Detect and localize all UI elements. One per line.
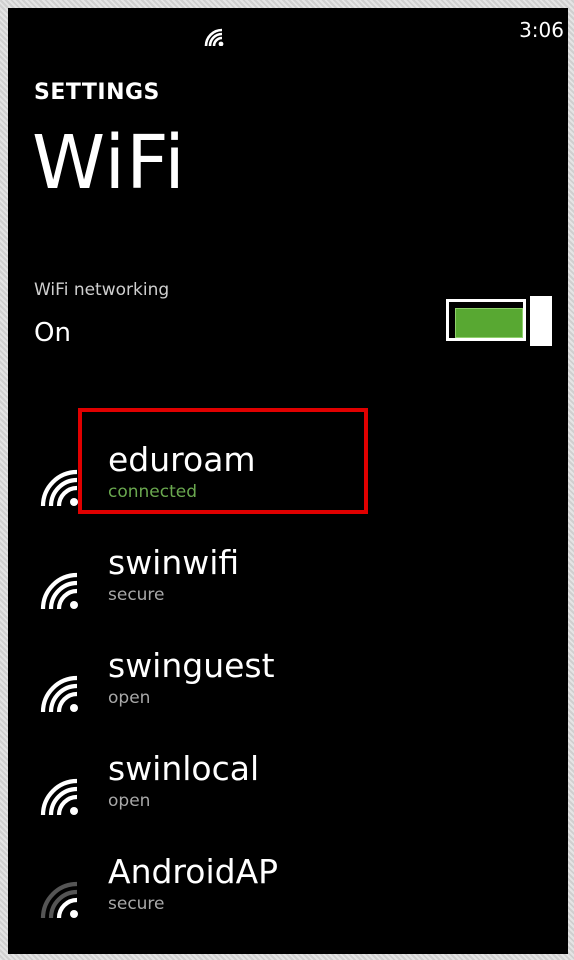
wifi-signal-icon bbox=[40, 572, 78, 609]
network-status: open bbox=[108, 688, 151, 708]
toggle-track bbox=[446, 299, 526, 341]
network-item-eduroam[interactable]: eduroam connected bbox=[8, 438, 548, 528]
network-item-androidap[interactable]: AndroidAP secure bbox=[8, 850, 548, 940]
network-item-swinwifi[interactable]: swinwifi secure bbox=[8, 541, 548, 631]
wifi-signal-icon bbox=[204, 28, 224, 46]
wifi-networking-label: WiFi networking bbox=[34, 280, 170, 300]
status-time: 3:06 bbox=[519, 18, 564, 42]
network-name: swinlocal bbox=[108, 749, 260, 788]
wifi-networking-state: On bbox=[34, 318, 71, 348]
network-status: open bbox=[108, 791, 151, 811]
wifi-signal-weak-icon bbox=[40, 881, 78, 918]
network-name: AndroidAP bbox=[108, 852, 279, 891]
section-label: SETTINGS bbox=[34, 80, 160, 105]
wifi-signal-icon bbox=[40, 778, 78, 815]
toggle-thumb[interactable] bbox=[530, 296, 552, 346]
network-name: swinguest bbox=[108, 646, 275, 685]
network-name: swinwifi bbox=[108, 543, 240, 582]
wifi-signal-icon bbox=[40, 675, 78, 712]
page-title: WiFi bbox=[32, 120, 186, 206]
network-status: secure bbox=[108, 585, 165, 605]
network-item-swinlocal[interactable]: swinlocal open bbox=[8, 747, 548, 837]
network-status: secure bbox=[108, 894, 165, 914]
network-name: eduroam bbox=[108, 440, 256, 479]
phone-screen: 3:06 SETTINGS WiFi WiFi networking On ed… bbox=[8, 8, 568, 954]
network-status: connected bbox=[108, 482, 198, 502]
toggle-fill bbox=[455, 308, 523, 338]
wifi-toggle-switch[interactable] bbox=[446, 296, 552, 346]
wifi-signal-icon bbox=[40, 469, 78, 506]
network-item-swinguest[interactable]: swinguest open bbox=[8, 644, 548, 734]
